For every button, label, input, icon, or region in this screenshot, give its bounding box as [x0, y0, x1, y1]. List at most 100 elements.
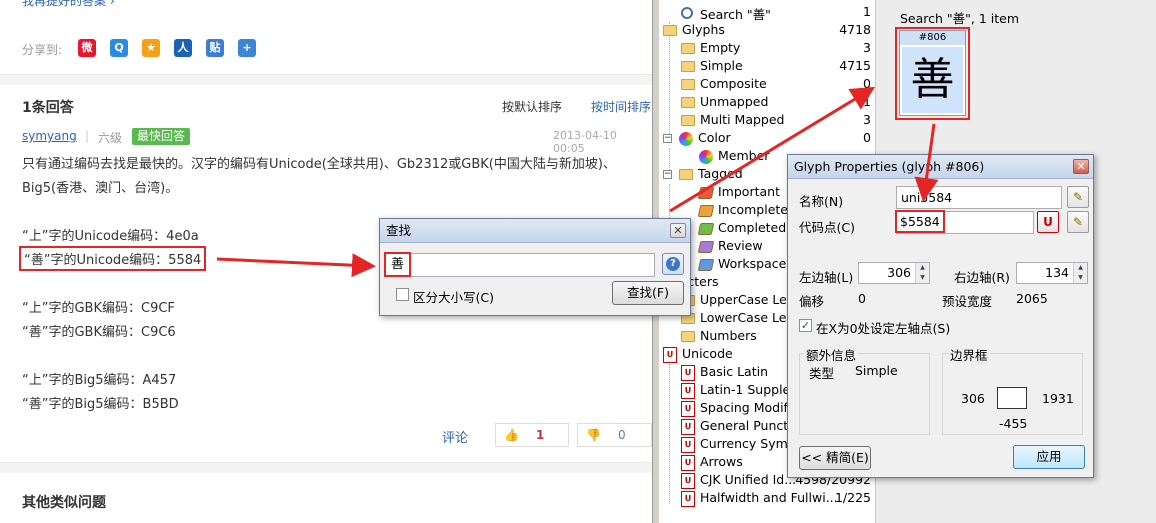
tree-item-label: Spacing Modifi	[700, 400, 792, 415]
answer-line: “善”字的GBK编码：C9C6	[22, 325, 176, 340]
search-icon	[681, 7, 693, 19]
upvote-button[interactable]: 👍 1	[495, 423, 569, 447]
folder-icon	[681, 79, 695, 90]
color-wheel-icon	[679, 132, 693, 146]
bbox-left-value: 306	[961, 391, 985, 406]
search-results-header: Search "善", 1 item	[900, 11, 1020, 26]
renren-icon[interactable]: 人	[174, 39, 192, 57]
codepoint-tool-icon[interactable]: ✎	[1067, 211, 1089, 233]
similar-questions-title: 其他类似问题	[22, 495, 106, 511]
answer-line: “上”字的GBK编码：C9CF	[22, 301, 175, 316]
tree-item-count: 0	[863, 130, 871, 145]
downvote-count: 0	[618, 428, 626, 442]
glyph-properties-dialog: Glyph Properties (glyph #806) ✕ 名称(N) un…	[787, 154, 1094, 478]
tree-item[interactable]: Unmapped 1	[659, 94, 874, 112]
codepoint-field[interactable]: $5584	[895, 210, 1034, 234]
name-tool-icon[interactable]: ✎	[1067, 186, 1089, 208]
tree-item[interactable]: Multi Mapped 3	[659, 112, 874, 130]
left-bearing-spinner[interactable]: 306 ▲ ▼	[858, 262, 930, 284]
comment-link[interactable]: 评论	[442, 427, 468, 446]
find-button[interactable]: 查找(F)	[612, 281, 684, 305]
tree-item-label: Arrows	[700, 454, 743, 469]
right-bearing-label: 右边轴(R)	[954, 270, 1010, 285]
close-icon[interactable]: ✕	[1073, 159, 1089, 174]
tree-item-count: 4715	[839, 58, 871, 73]
qzone-icon[interactable]: Q	[110, 39, 128, 57]
glyph-name-field[interactable]: uni5584	[896, 186, 1062, 209]
unicode-icon: U	[681, 365, 695, 381]
spinner-arrows-icon[interactable]: ▲ ▼	[1073, 263, 1087, 283]
fastest-answer-badge: 最快回答	[132, 128, 191, 145]
tree-item-label: Search "善"	[700, 7, 771, 22]
left-bearing-value: 306	[887, 265, 911, 280]
tree-item-count: 1	[863, 4, 871, 19]
tree-item[interactable]: − Color 0	[659, 130, 874, 148]
folder-icon	[681, 331, 695, 342]
thumbs-up-icon: 👍	[504, 428, 519, 442]
tree-item-count: 1/225	[834, 490, 871, 505]
tree-item[interactable]: Simple 4715	[659, 58, 874, 76]
downvote-button[interactable]: 👎 0	[577, 423, 652, 447]
tree-item-label: General Punctu	[700, 418, 797, 433]
answers-title: 1条回答	[22, 100, 74, 116]
apply-button[interactable]: 应用	[1013, 445, 1085, 469]
more-share-icon[interactable]: +	[238, 39, 256, 57]
unicode-icon: U	[681, 491, 695, 507]
tree-item-count: 3	[863, 112, 871, 127]
tree-item-label: Tagged	[698, 166, 743, 181]
tag-icon	[697, 205, 715, 217]
collapse-icon[interactable]: −	[663, 134, 672, 143]
answer-date: 2013-04-10 00:05	[553, 129, 617, 155]
bbox-preview	[997, 387, 1027, 409]
spinner-arrows-icon[interactable]: ▲ ▼	[915, 263, 929, 283]
sort-default-link[interactable]: 按默认排序	[502, 98, 562, 115]
help-button[interactable]: ?	[662, 253, 684, 275]
tree-item[interactable]: Composite 0	[659, 76, 874, 94]
tieba-icon[interactable]: 贴	[206, 39, 224, 57]
offset-value: 0	[858, 291, 866, 306]
unicode-icon[interactable]: U	[1037, 211, 1059, 233]
find-input[interactable]: 善	[384, 252, 655, 277]
left-bearing-label: 左边轴(L)	[799, 270, 854, 285]
unicode-icon: U	[681, 473, 695, 489]
simple-view-button[interactable]: << 精简(E)	[799, 446, 871, 470]
case-sensitive-checkbox[interactable]	[396, 288, 409, 301]
tree-item-count: 0	[863, 76, 871, 91]
close-icon[interactable]: ✕	[670, 223, 686, 238]
bbox-bottom-value: -455	[999, 416, 1028, 431]
tree-item[interactable]: Empty 3	[659, 40, 874, 58]
find-query: 善	[384, 252, 412, 277]
unicode-icon: U	[681, 437, 695, 453]
collapse-icon[interactable]: −	[663, 170, 672, 179]
tree-item-count: 4718	[839, 22, 871, 37]
unicode-icon: U	[681, 401, 695, 417]
tree-item[interactable]: Glyphs 4718	[659, 22, 874, 40]
sort-time-link[interactable]: 按时间排序	[591, 98, 651, 115]
folder-icon	[663, 25, 677, 36]
right-bearing-spinner[interactable]: 134 ▲ ▼	[1016, 262, 1088, 284]
tree-item[interactable]: Search "善" 1	[659, 4, 874, 22]
type-value: Simple	[855, 363, 898, 378]
tag-icon	[697, 259, 715, 271]
weibo-icon[interactable]: 微	[78, 39, 96, 57]
answer-line: “善”字的Big5编码：B5BD	[22, 397, 179, 412]
tree-item-label: Completed	[718, 220, 787, 235]
tag-icon	[697, 241, 715, 253]
tag-icon	[697, 223, 715, 235]
user-level: 六级	[98, 131, 123, 145]
prev-answers-link[interactable]: 我再提好的答案 ›	[22, 0, 115, 9]
tree-item[interactable]: U Halfwidth and Fullwi... 1/225	[659, 490, 874, 508]
find-dialog: 查找 ✕ 善 ? 区分大小写(C) 查找(F)	[379, 218, 691, 316]
answer-line-highlighted: “善”字的Unicode编码：5584	[19, 246, 207, 271]
answer-line: “上”字的Unicode编码：4e0a	[22, 229, 199, 244]
tag-icon	[697, 187, 715, 199]
tree-item-label: Glyphs	[682, 22, 725, 37]
set-left-axis-label: 在X为0处设定左轴点(S)	[816, 321, 951, 336]
tree-item-label: Unmapped	[700, 94, 769, 109]
thumbs-down-icon: 👎	[586, 428, 601, 442]
answer-user-link[interactable]: symyang	[22, 129, 77, 143]
tree-item-label: Simple	[700, 58, 743, 73]
pengyou-icon[interactable]: ★	[142, 39, 160, 57]
set-left-axis-checkbox[interactable]: ✓	[799, 319, 812, 332]
folder-icon	[681, 61, 695, 72]
